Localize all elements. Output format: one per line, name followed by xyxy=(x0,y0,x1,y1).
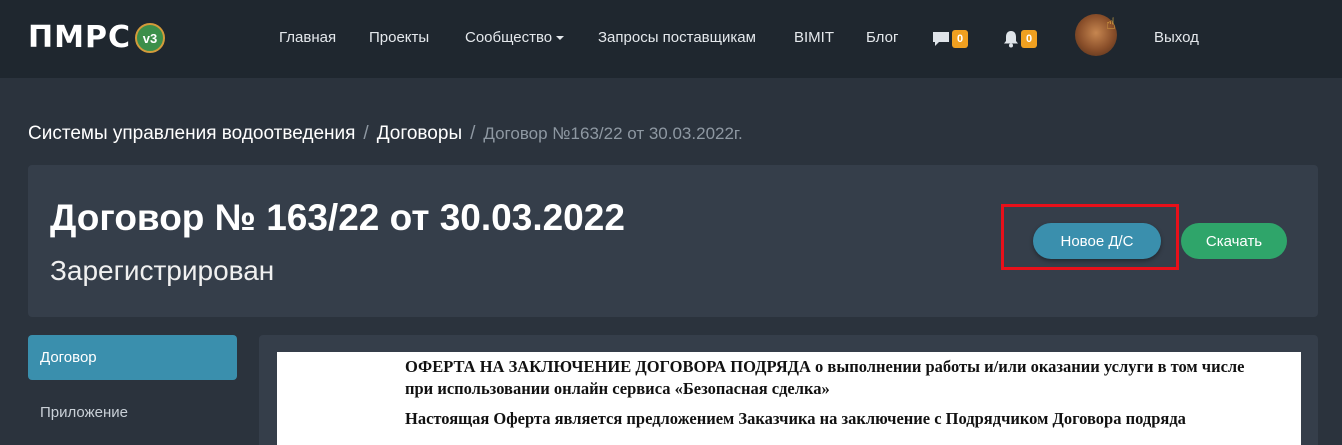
chevron-down-icon xyxy=(556,36,565,41)
bell-icon xyxy=(1004,31,1018,48)
breadcrumb-item-systems[interactable]: Системы управления водоотведения xyxy=(28,123,355,144)
document-heading: ОФЕРТА НА ЗАКЛЮЧЕНИЕ ДОГОВОРА ПОДРЯДА о … xyxy=(405,357,1245,398)
contract-status: Зарегистрирован xyxy=(50,255,275,286)
messages-count-badge: 0 xyxy=(952,30,969,48)
nav-home[interactable]: Главная xyxy=(279,28,336,48)
brand-logo[interactable]: ПМРС v3 xyxy=(28,20,165,56)
nav-projects[interactable]: Проекты xyxy=(369,28,429,48)
chat-icon xyxy=(933,32,949,46)
notifications-button[interactable]: 0 xyxy=(1003,28,1038,50)
notifications-count-badge: 0 xyxy=(1021,30,1038,48)
brand-version-badge: v3 xyxy=(134,23,165,53)
document-viewer[interactable]: ОФЕРТА НА ЗАКЛЮЧЕНИЕ ДОГОВОРА ПОДРЯДА о … xyxy=(277,352,1301,445)
download-button[interactable]: Скачать xyxy=(1181,223,1287,259)
sidebar-item-contract[interactable]: Договор xyxy=(28,335,237,380)
hand-icon: ☝ xyxy=(1106,16,1116,33)
breadcrumb-current: Договор №163/22 от 30.03.2022г. xyxy=(483,124,743,143)
breadcrumb-separator: / xyxy=(470,123,476,144)
breadcrumb-separator: / xyxy=(363,123,369,144)
nav-blog[interactable]: Блог xyxy=(866,28,898,48)
document-paragraph: Настоящая Оферта является предложением З… xyxy=(405,409,1186,428)
messages-button[interactable]: 0 xyxy=(932,28,969,50)
nav-bimit[interactable]: BIMIT xyxy=(794,28,834,48)
nav-community-label: Сообщество xyxy=(465,29,553,46)
contract-header-card: Договор № 163/22 от 30.03.2022 Зарегистр… xyxy=(28,165,1318,317)
sidebar-item-appendix[interactable]: Приложение xyxy=(40,402,128,424)
top-navbar: ПМРС v3 Главная Проекты Сообщество Запро… xyxy=(0,0,1342,78)
nav-community-dropdown[interactable]: Сообщество xyxy=(465,28,565,48)
breadcrumb: Системы управления водоотведения / Договор… xyxy=(28,121,743,147)
brand-name: ПМРС xyxy=(28,20,131,55)
logout-link[interactable]: Выход xyxy=(1154,28,1199,48)
page-title: Договор № 163/22 от 30.03.2022 xyxy=(50,197,625,238)
new-supplementary-agreement-button[interactable]: Новое Д/С xyxy=(1033,223,1161,259)
nav-supplier-requests[interactable]: Запросы поставщикам xyxy=(598,28,756,48)
breadcrumb-item-contracts[interactable]: Договоры xyxy=(377,123,462,144)
